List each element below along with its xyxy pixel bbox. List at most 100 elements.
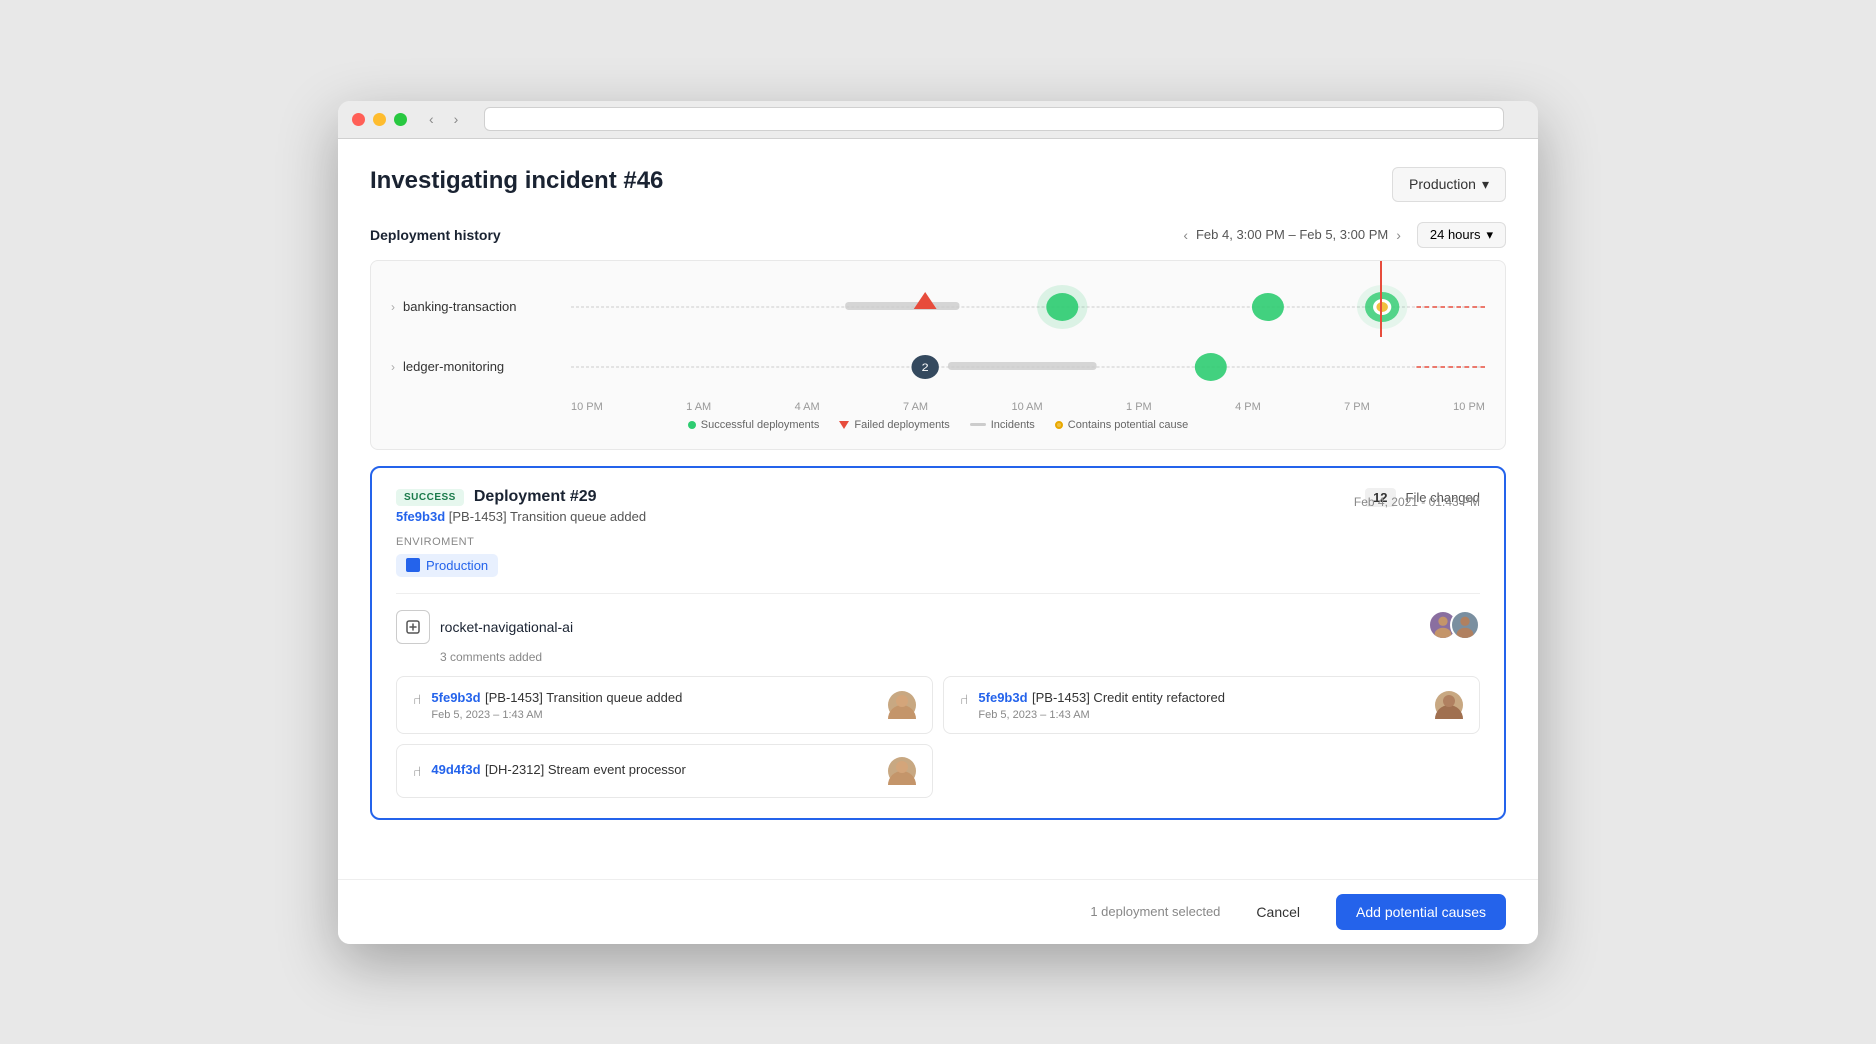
avatar-2: [1450, 610, 1480, 640]
commit-info-0: 5fe9b3d [PB-1453] Transition queue added…: [431, 689, 682, 721]
repo-icon: [396, 610, 430, 644]
deployment-history-title: Deployment history: [370, 227, 501, 243]
maximize-button[interactable]: [394, 113, 407, 126]
time-label-3: 7 AM: [903, 401, 928, 413]
legend-incidents-label: Incidents: [991, 419, 1035, 431]
legend-successful: Successful deployments: [688, 419, 820, 431]
commit-card-2: ⑁ 49d4f3d [DH-2312] Stream event process…: [396, 744, 933, 798]
prev-time-button[interactable]: ‹: [1183, 227, 1188, 243]
time-label-2: 4 AM: [795, 401, 820, 413]
legend-successful-label: Successful deployments: [701, 419, 820, 431]
commit-date-0: Feb 5, 2023 – 1:43 AM: [431, 709, 682, 721]
deployment-history-header: Deployment history ‹ Feb 4, 3:00 PM – Fe…: [370, 222, 1506, 248]
commit-branch-icon-0: ⑁: [413, 691, 421, 707]
commit-avatar-2: [888, 757, 916, 785]
env-label: Enviroment: [396, 536, 1480, 548]
expand-icon: ›: [391, 300, 395, 314]
failed-triangle-icon: [839, 421, 849, 429]
commit-info-2: 49d4f3d [DH-2312] Stream event processor: [431, 761, 685, 781]
bottom-bar: 1 deployment selected Cancel Add potenti…: [338, 879, 1538, 944]
chart-legend: Successful deployments Failed deployment…: [371, 419, 1505, 439]
commit-card-left-1: ⑁ 5fe9b3d [PB-1453] Credit entity refact…: [960, 689, 1225, 721]
time-axis: 10 PM 1 AM 4 AM 7 AM 10 AM 1 PM 4 PM 7 P…: [371, 401, 1505, 413]
chevron-down-icon: ▾: [1482, 176, 1489, 193]
chart-row-content-banking: [571, 277, 1485, 337]
commit-card-1: ⑁ 5fe9b3d [PB-1453] Credit entity refact…: [943, 676, 1480, 734]
time-label-7: 7 PM: [1344, 401, 1370, 413]
time-label-5: 1 PM: [1126, 401, 1152, 413]
chart-row-banking: › banking-transaction: [391, 277, 1485, 337]
incident-time-line: [1380, 260, 1382, 337]
status-badge: SUCCESS: [396, 489, 464, 506]
production-selector[interactable]: Production ▾: [1392, 167, 1506, 202]
selected-count: 1 deployment selected: [1090, 904, 1220, 919]
chart-rows: › banking-transaction: [371, 277, 1505, 397]
commit-branch-icon-1: ⑁: [960, 691, 968, 707]
commit-message-text-2: [DH-2312] Stream event processor: [485, 762, 686, 777]
commit-hash-link-0[interactable]: 5fe9b3d: [431, 690, 480, 705]
page-content: Investigating incident #46 Production ▾ …: [338, 139, 1538, 879]
time-label-0: 10 PM: [571, 401, 603, 413]
env-badge: Production: [396, 554, 498, 577]
env-name: Production: [426, 558, 488, 573]
commit-hash-link-1[interactable]: 5fe9b3d: [978, 690, 1027, 705]
row-name: banking-transaction: [403, 299, 516, 314]
page-title: Investigating incident #46: [370, 167, 663, 195]
commit-card-left-2: ⑁ 49d4f3d [DH-2312] Stream event process…: [413, 761, 686, 781]
card-divider: [396, 593, 1480, 594]
commit-card-0: ⑁ 5fe9b3d [PB-1453] Transition queue add…: [396, 676, 933, 734]
commit-hash-date-0: 5fe9b3d [PB-1453] Transition queue added: [431, 689, 682, 707]
legend-potential-cause: Contains potential cause: [1055, 419, 1188, 431]
cancel-button[interactable]: Cancel: [1240, 896, 1316, 928]
incident-line-icon: [970, 423, 986, 426]
legend-failed-label: Failed deployments: [854, 419, 949, 431]
commit-branch-icon-2: ⑁: [413, 763, 421, 779]
deployment-card: SUCCESS Deployment #29 12 File changed F…: [370, 466, 1506, 821]
repo-section: rocket-navigational-ai: [396, 610, 1480, 644]
chevron-down-icon: ▾: [1486, 227, 1493, 243]
comments-count: 3 comments added: [440, 650, 1480, 664]
time-nav: ‹ Feb 4, 3:00 PM – Feb 5, 3:00 PM › 24 h…: [1183, 222, 1506, 248]
legend-incidents: Incidents: [970, 419, 1035, 431]
svg-text:2: 2: [922, 360, 929, 373]
chart-row-ledger: › ledger-monitoring 2: [391, 337, 1485, 397]
back-button[interactable]: ‹: [423, 109, 440, 129]
chart-svg-ledger: 2: [571, 337, 1485, 397]
commit-card-left-0: ⑁ 5fe9b3d [PB-1453] Transition queue add…: [413, 689, 682, 721]
row-name: ledger-monitoring: [403, 359, 504, 374]
expand-icon: ›: [391, 360, 395, 374]
time-label-4: 10 AM: [1011, 401, 1042, 413]
legend-failed: Failed deployments: [839, 419, 949, 431]
minimize-button[interactable]: [373, 113, 386, 126]
commit-date-1: Feb 5, 2023 – 1:43 AM: [978, 709, 1225, 721]
hours-selector[interactable]: 24 hours ▾: [1417, 222, 1506, 248]
titlebar: ‹ ›: [338, 101, 1538, 139]
chart-row-label-ledger[interactable]: › ledger-monitoring: [391, 359, 571, 374]
deployment-date-display: Feb 4, 2021 - 01:43 PM: [1354, 495, 1480, 509]
avatars: [1428, 610, 1480, 640]
commit-hash-date-1: 5fe9b3d [PB-1453] Credit entity refactor…: [978, 689, 1225, 707]
potential-cause-icon: [1055, 421, 1063, 429]
close-button[interactable]: [352, 113, 365, 126]
commit-avatar-1: [1435, 691, 1463, 719]
time-label-1: 1 AM: [686, 401, 711, 413]
add-potential-causes-button[interactable]: Add potential causes: [1336, 894, 1506, 930]
hours-label: 24 hours: [1430, 227, 1481, 242]
time-label-6: 4 PM: [1235, 401, 1261, 413]
traffic-lights: [352, 113, 407, 126]
production-env-icon: [406, 558, 420, 572]
next-time-button[interactable]: ›: [1396, 227, 1401, 243]
chart-row-label-banking[interactable]: › banking-transaction: [391, 299, 571, 314]
commit-hash-link-2[interactable]: 49d4f3d: [431, 762, 480, 777]
time-label-8: 10 PM: [1453, 401, 1485, 413]
successful-dot-icon: [688, 421, 696, 429]
main-window: ‹ › Investigating incident #46 Productio…: [338, 101, 1538, 944]
commits-grid: ⑁ 5fe9b3d [PB-1453] Transition queue add…: [396, 676, 1480, 798]
commit-message: 5fe9b3d [PB-1453] Transition queue added: [396, 509, 1480, 524]
legend-potential-cause-label: Contains potential cause: [1068, 419, 1188, 431]
nav-buttons: ‹ ›: [423, 109, 464, 129]
forward-button[interactable]: ›: [448, 109, 465, 129]
commit-info-1: 5fe9b3d [PB-1453] Credit entity refactor…: [978, 689, 1225, 721]
chart-svg-banking: [571, 277, 1485, 337]
address-bar[interactable]: [484, 107, 1504, 131]
